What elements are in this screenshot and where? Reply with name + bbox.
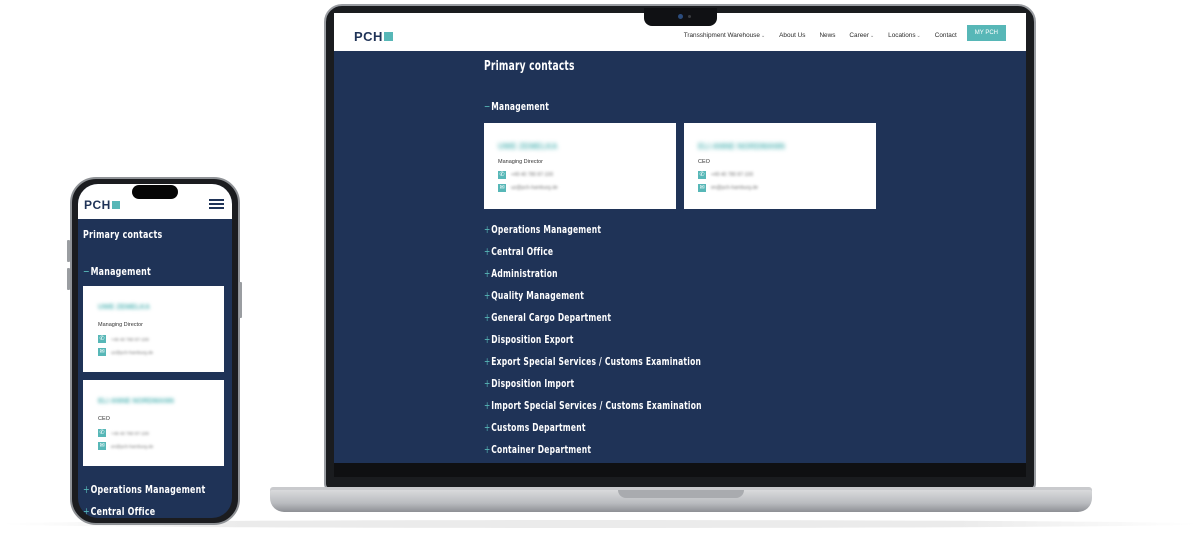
- expand-icon: +: [484, 400, 491, 412]
- accordion-item[interactable]: +Disposition Export: [484, 334, 574, 346]
- accordion-item[interactable]: +Central Office: [484, 246, 553, 258]
- page-title: Primary contacts: [484, 59, 575, 74]
- contact-email[interactable]: ✉ uz@pch-hamburg.de: [98, 348, 153, 356]
- nav-item-news[interactable]: News: [819, 32, 835, 39]
- contact-name: UWE ZEMELKA: [98, 304, 151, 311]
- expand-icon: +: [484, 268, 491, 280]
- laptop-opening-groove: [618, 490, 744, 498]
- contact-role: Managing Director: [98, 322, 143, 328]
- contact-phone[interactable]: ✆ +49 40 780 87-100: [698, 171, 753, 179]
- contact-phone[interactable]: ✆ +49 40 780 87-100: [98, 429, 149, 437]
- my-pch-button[interactable]: MY PCH: [966, 25, 1006, 41]
- accordion-management[interactable]: −Management: [83, 265, 151, 278]
- accordion-item[interactable]: +General Cargo Department: [484, 312, 611, 324]
- contact-role: Managing Director: [498, 159, 543, 165]
- accordion-item[interactable]: +Operations Management: [83, 483, 206, 496]
- accordion-item[interactable]: +Customs Department: [484, 422, 586, 434]
- accordion-item[interactable]: +Export Special Services / Customs Exami…: [484, 356, 701, 368]
- accordion-item[interactable]: +Central Office: [83, 505, 155, 518]
- nav-item-locations[interactable]: Locations⌄: [888, 32, 921, 39]
- contact-role: CEO: [698, 159, 710, 165]
- expand-icon: +: [484, 312, 491, 324]
- site-logo[interactable]: PCH: [84, 198, 120, 212]
- nav-item-contact[interactable]: Contact: [935, 32, 957, 39]
- phone-volume-button: [67, 268, 70, 290]
- logo-square-icon: [383, 32, 393, 41]
- accordion-item[interactable]: +Container Department: [484, 444, 591, 456]
- accordion-management[interactable]: −Management: [484, 101, 549, 113]
- collapse-icon: −: [484, 101, 491, 113]
- contact-email[interactable]: ✉ en@pch-hamburg.de: [698, 184, 758, 192]
- chevron-down-icon: ⌄: [916, 32, 921, 39]
- contact-card: ELI ANNE NORDMANN CEO ✆ +49 40 780 87-100…: [83, 380, 224, 466]
- chevron-down-icon: ⌄: [760, 32, 766, 39]
- page-title: Primary contacts: [83, 228, 163, 241]
- phone-icon: ✆: [498, 171, 506, 179]
- contact-email[interactable]: ✉ uz@pch-hamburg.de: [498, 184, 558, 192]
- camera-icon: [678, 14, 683, 19]
- expand-icon: +: [484, 334, 491, 346]
- phone-screen: PCH Primary contacts −Management UWE ZEM…: [78, 184, 232, 518]
- hamburger-menu-icon[interactable]: [209, 199, 224, 209]
- phone-volume-button: [67, 240, 70, 262]
- email-icon: ✉: [498, 184, 506, 192]
- phone-icon: ✆: [698, 171, 706, 179]
- expand-icon: +: [484, 290, 491, 302]
- expand-icon: +: [83, 505, 90, 518]
- accordion-item[interactable]: +Disposition Import: [484, 378, 574, 390]
- expand-icon: +: [83, 483, 90, 496]
- chevron-down-icon: ⌄: [869, 32, 875, 39]
- email-icon: ✉: [98, 442, 106, 450]
- contact-phone[interactable]: ✆ +49 40 780 87-100: [98, 335, 149, 343]
- phone-icon: ✆: [98, 429, 106, 437]
- laptop-screen: PCH Transshipment Warehouse⌄ About Us Ne…: [334, 13, 1026, 463]
- accordion-item[interactable]: +Import Special Services / Customs Exami…: [484, 400, 702, 412]
- dynamic-island: [132, 185, 178, 199]
- expand-icon: +: [484, 444, 491, 456]
- logo-square-icon: [111, 201, 120, 209]
- email-icon: ✉: [98, 348, 106, 356]
- email-icon: ✉: [698, 184, 706, 192]
- expand-icon: +: [484, 378, 491, 390]
- nav-item-transshipment[interactable]: Transshipment Warehouse⌄: [684, 32, 765, 39]
- nav-item-career[interactable]: Career⌄: [849, 32, 874, 39]
- nav-item-about[interactable]: About Us: [779, 32, 805, 39]
- phone-power-button: [239, 282, 242, 318]
- contact-email[interactable]: ✉ en@pch-hamburg.de: [98, 442, 153, 450]
- expand-icon: +: [484, 356, 491, 368]
- accordion-item[interactable]: +Quality Management: [484, 290, 584, 302]
- laptop-bezel-bottom: [334, 463, 1026, 477]
- contact-phone[interactable]: ✆ +49 40 780 87-100: [498, 171, 553, 179]
- phone-icon: ✆: [98, 335, 106, 343]
- contact-card: UWE ZEMELKA Managing Director ✆ +49 40 78…: [83, 286, 224, 372]
- contact-name: ELI ANNE NORDMANN: [698, 142, 785, 151]
- contact-card: UWE ZEMELKA Managing Director ✆ +49 40 78…: [484, 123, 676, 209]
- contact-card: ELI ANNE NORDMANN CEO ✆ +49 40 780 87-100…: [684, 123, 876, 209]
- expand-icon: +: [484, 246, 491, 258]
- camera-notch: [644, 8, 717, 26]
- site-logo[interactable]: PCH: [354, 29, 393, 44]
- expand-icon: +: [484, 224, 491, 236]
- page-content: Primary contacts: [484, 59, 884, 74]
- contact-name: ELI ANNE NORDMANN: [98, 398, 174, 405]
- contact-role: CEO: [98, 416, 110, 422]
- expand-icon: +: [484, 422, 491, 434]
- accordion-item[interactable]: +Administration: [484, 268, 558, 280]
- accordion-item[interactable]: +Operations Management: [484, 224, 601, 236]
- logo-text: PCH: [354, 29, 383, 44]
- contact-name: UWE ZEMELKA: [498, 142, 558, 151]
- collapse-icon: −: [83, 265, 90, 278]
- main-nav: Transshipment Warehouse⌄ About Us News C…: [670, 25, 1006, 41]
